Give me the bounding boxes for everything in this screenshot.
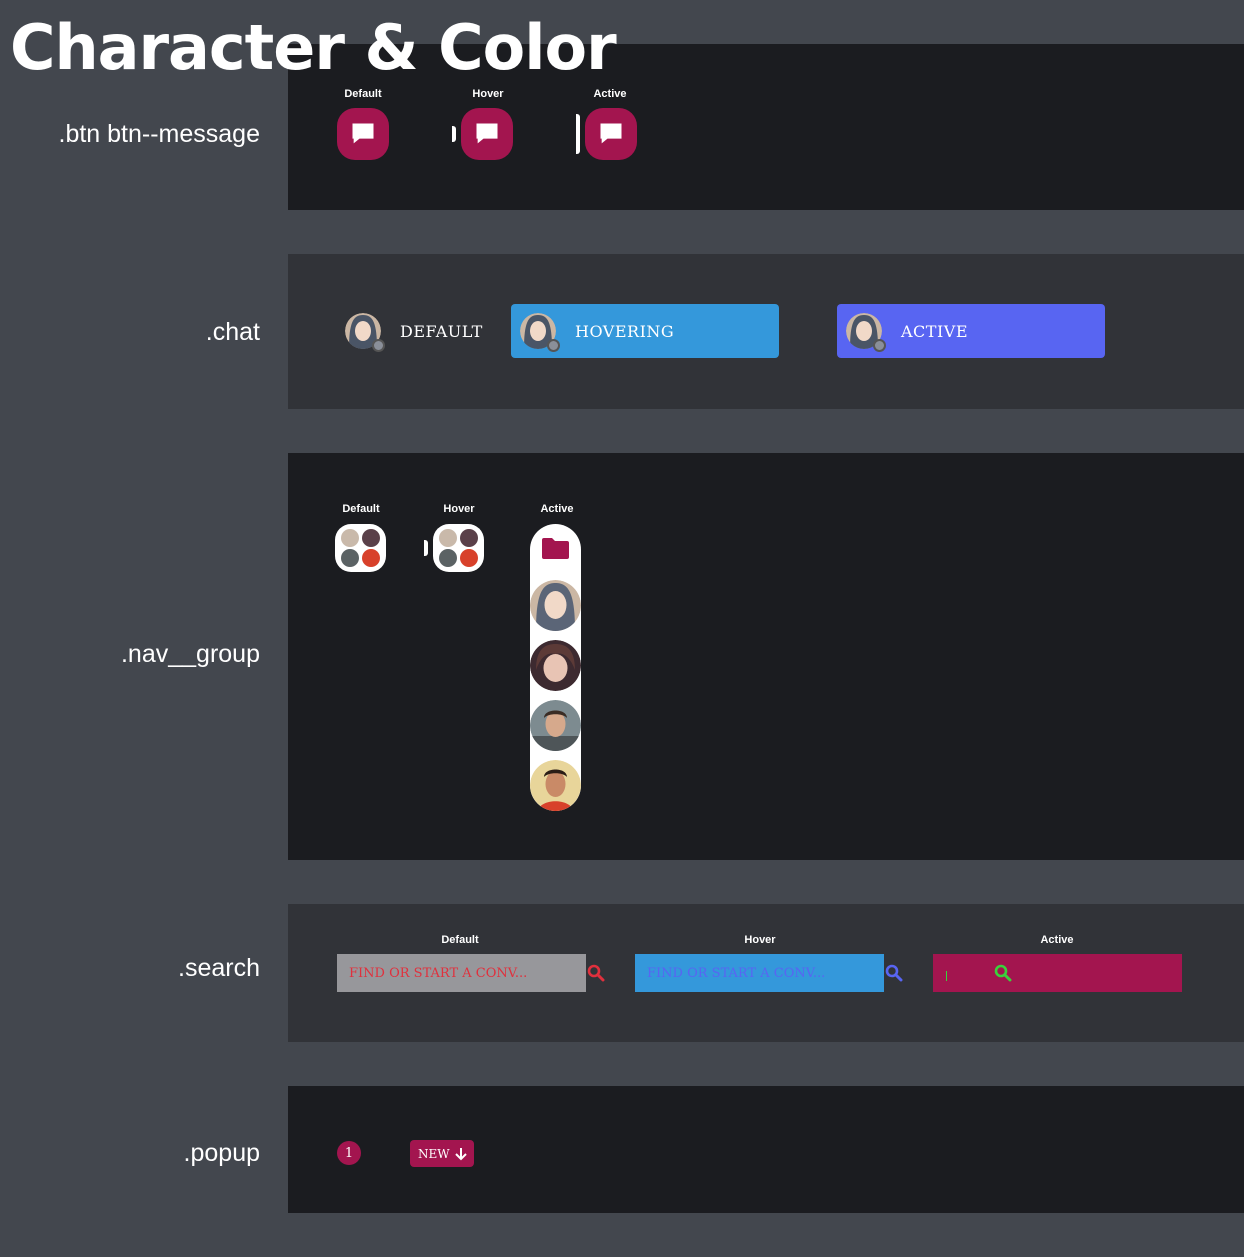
nav-group-active[interactable] [530, 524, 581, 811]
chat-bubble-icon [600, 123, 622, 144]
nav-group-hover[interactable] [433, 524, 484, 572]
avatar [362, 549, 380, 567]
message-button-hover[interactable] [461, 108, 513, 160]
avatar [439, 529, 457, 547]
search-input-default[interactable]: Find or start a conv... [337, 954, 586, 992]
avatar[interactable] [530, 580, 581, 631]
status-dot [547, 339, 560, 352]
state-label-default: Default [441, 934, 479, 946]
section-label-nav-group: .nav__group [120, 640, 260, 668]
chat-bubble-icon [476, 123, 498, 144]
state-label-default: Default [344, 88, 382, 100]
chat-item-hovering[interactable]: Hovering [511, 304, 779, 358]
chat-item-active[interactable]: Active [837, 304, 1105, 358]
nav-group-panel: Default Hover Active [288, 453, 1244, 860]
status-dot [873, 339, 886, 352]
message-button-active[interactable] [585, 108, 637, 160]
avatar [460, 529, 478, 547]
search-input-hover[interactable]: Find or start a conv... [635, 954, 884, 992]
avatar[interactable] [530, 640, 581, 691]
search-panel: Default Hover Active Find or start a con… [288, 904, 1244, 1042]
folder-icon [541, 536, 570, 565]
search-icon[interactable] [994, 964, 1012, 982]
state-label-default: Default [342, 503, 380, 515]
avatar [362, 529, 380, 547]
arrow-down-icon [454, 1147, 467, 1160]
page-title: Character & Color [10, 11, 617, 84]
state-label-active: Active [540, 503, 574, 515]
chat-label: Default [400, 321, 483, 341]
search-placeholder: Find or start a conv... [647, 965, 826, 981]
new-messages-button[interactable]: New [410, 1140, 474, 1167]
search-placeholder: Find or start a conv... [349, 965, 528, 981]
search-icon[interactable] [885, 964, 903, 982]
new-label: New [418, 1146, 450, 1161]
section-label-chat: .chat [205, 318, 260, 346]
notification-badge: 1 [337, 1141, 361, 1165]
status-dot [372, 339, 385, 352]
state-label-active: Active [1040, 934, 1074, 946]
popup-panel: 1 New [288, 1086, 1244, 1213]
avatar [341, 529, 359, 547]
section-label-search: .search [178, 954, 260, 982]
message-button-default[interactable] [337, 108, 389, 160]
avatar[interactable] [530, 760, 581, 811]
avatar [341, 549, 359, 567]
chat-label: Hovering [575, 321, 675, 341]
search-icon[interactable] [587, 964, 605, 982]
section-label-message: .btn btn--message [58, 120, 261, 148]
section-label-popup: .popup [183, 1139, 260, 1167]
text-cursor [946, 971, 947, 981]
avatar [460, 549, 478, 567]
avatar[interactable] [530, 700, 581, 751]
hover-indicator-pill [452, 126, 456, 142]
nav-group-default[interactable] [335, 524, 386, 572]
search-input-active[interactable] [933, 954, 1182, 992]
state-label-hover: Hover [472, 88, 504, 100]
hover-indicator-pill [424, 540, 428, 556]
chat-item-default[interactable]: Default [336, 304, 536, 358]
state-label-active: Active [593, 88, 627, 100]
active-indicator-pill [576, 114, 580, 154]
state-label-hover: Hover [443, 503, 475, 515]
chat-bubble-icon [352, 123, 374, 144]
state-label-hover: Hover [744, 934, 776, 946]
chat-label: Active [901, 321, 969, 341]
avatar [439, 549, 457, 567]
chat-panel: Default Hovering Active [288, 254, 1244, 409]
